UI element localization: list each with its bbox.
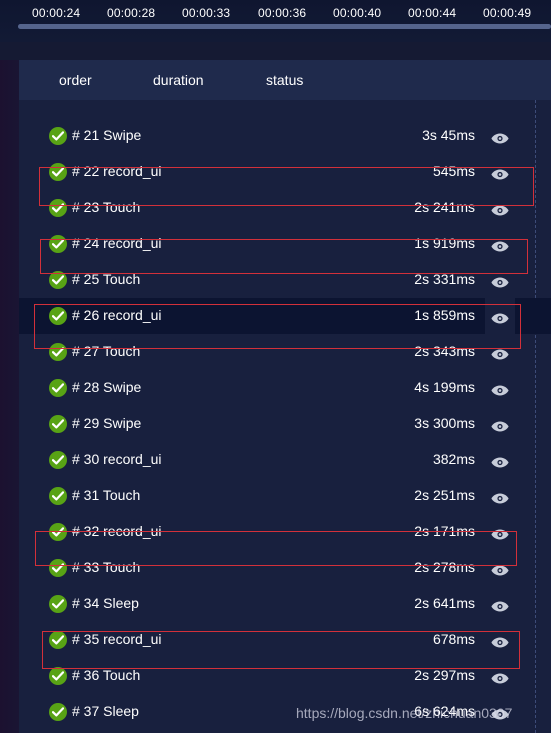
check-circle-icon bbox=[49, 487, 67, 505]
eye-icon[interactable] bbox=[491, 131, 509, 144]
timeline-tick: 00:00:40 bbox=[333, 6, 382, 20]
check-circle-icon bbox=[49, 523, 67, 541]
step-label: # 25 Touch bbox=[72, 271, 141, 287]
step-label: # 28 Swipe bbox=[72, 379, 142, 395]
step-label: # 32 record_ui bbox=[72, 523, 162, 539]
column-header-order[interactable]: order bbox=[59, 72, 92, 88]
check-circle-icon bbox=[49, 199, 67, 217]
timeline-tick: 00:00:49 bbox=[483, 6, 532, 20]
step-duration: 3s 45ms bbox=[422, 127, 475, 143]
eye-icon[interactable] bbox=[491, 347, 509, 360]
step-duration: 382ms bbox=[432, 451, 475, 467]
step-row[interactable]: # 31 Touch 2s 251ms bbox=[19, 478, 551, 514]
step-row[interactable]: # 26 record_ui 1s 859ms bbox=[19, 298, 551, 334]
check-circle-icon bbox=[49, 415, 67, 433]
step-label: # 31 Touch bbox=[72, 487, 141, 503]
eye-icon[interactable] bbox=[491, 239, 509, 252]
step-duration: 1s 859ms bbox=[414, 307, 475, 323]
step-duration: 2s 297ms bbox=[414, 667, 475, 683]
step-duration: 1s 919ms bbox=[414, 235, 475, 251]
eye-icon[interactable] bbox=[491, 491, 509, 504]
step-row[interactable]: # 27 Touch 2s 343ms bbox=[19, 334, 551, 370]
step-row[interactable]: # 29 Swipe 3s 300ms bbox=[19, 406, 551, 442]
check-circle-icon bbox=[49, 307, 67, 325]
table-header: order duration status bbox=[19, 60, 551, 100]
timeline-tick: 00:00:36 bbox=[258, 6, 307, 20]
step-label: # 33 Touch bbox=[72, 559, 141, 575]
step-row[interactable]: # 33 Touch 2s 278ms bbox=[19, 550, 551, 586]
check-circle-icon bbox=[49, 631, 67, 649]
step-row[interactable]: # 23 Touch 2s 241ms bbox=[19, 190, 551, 226]
separator bbox=[0, 42, 551, 60]
check-circle-icon bbox=[49, 451, 67, 469]
step-duration: 2s 241ms bbox=[414, 199, 475, 215]
step-label: # 37 Sleep bbox=[72, 703, 139, 719]
timeline-tick: 00:00:24 bbox=[32, 6, 81, 20]
check-circle-icon bbox=[49, 235, 67, 253]
eye-icon[interactable] bbox=[491, 275, 509, 288]
check-circle-icon bbox=[49, 559, 67, 577]
timeline-tick: 00:00:33 bbox=[182, 6, 231, 20]
step-label: # 22 record_ui bbox=[72, 163, 162, 179]
timeline-bar: 00:00:24 00:00:28 00:00:33 00:00:36 00:0… bbox=[0, 0, 551, 42]
step-label: # 35 record_ui bbox=[72, 631, 162, 647]
step-label: # 23 Touch bbox=[72, 199, 141, 215]
check-circle-icon bbox=[49, 379, 67, 397]
step-label: # 29 Swipe bbox=[72, 415, 142, 431]
eye-icon[interactable] bbox=[491, 311, 509, 324]
eye-icon[interactable] bbox=[491, 527, 509, 540]
step-row[interactable]: # 35 record_ui 678ms bbox=[19, 622, 551, 658]
check-circle-icon bbox=[49, 271, 67, 289]
step-row[interactable]: # 32 record_ui 2s 171ms bbox=[19, 514, 551, 550]
eye-icon[interactable] bbox=[491, 563, 509, 576]
eye-icon[interactable] bbox=[491, 203, 509, 216]
watermark: https://blog.csdn.net/zhichuan0307 bbox=[296, 705, 513, 721]
check-circle-icon bbox=[49, 703, 67, 721]
step-row[interactable]: # 24 record_ui 1s 919ms bbox=[19, 226, 551, 262]
eye-icon[interactable] bbox=[491, 635, 509, 648]
step-duration: 545ms bbox=[432, 163, 475, 179]
eye-icon[interactable] bbox=[491, 455, 509, 468]
step-row[interactable]: # 28 Swipe 4s 199ms bbox=[19, 370, 551, 406]
step-duration: 2s 343ms bbox=[414, 343, 475, 359]
step-duration: 678ms bbox=[432, 631, 475, 647]
step-duration: 2s 641ms bbox=[414, 595, 475, 611]
steps-panel: order duration status # 21 Swipe 3s 45ms #… bbox=[19, 60, 551, 733]
eye-icon[interactable] bbox=[491, 383, 509, 396]
check-circle-icon bbox=[49, 163, 67, 181]
timeline-tick: 00:00:28 bbox=[107, 6, 156, 20]
column-header-status[interactable]: status bbox=[266, 72, 303, 88]
step-row[interactable]: # 25 Touch 2s 331ms bbox=[19, 262, 551, 298]
check-circle-icon bbox=[49, 127, 67, 145]
timeline-scrollbar[interactable] bbox=[18, 24, 551, 29]
timeline-scrollbar-thumb[interactable] bbox=[18, 24, 551, 29]
step-row[interactable]: # 22 record_ui 545ms bbox=[19, 154, 551, 190]
step-duration: 3s 300ms bbox=[414, 415, 475, 431]
step-label: # 30 record_ui bbox=[72, 451, 162, 467]
step-row[interactable]: # 34 Sleep 2s 641ms bbox=[19, 586, 551, 622]
step-label: # 21 Swipe bbox=[72, 127, 142, 143]
step-duration: 2s 171ms bbox=[414, 523, 475, 539]
timeline-tick: 00:00:44 bbox=[408, 6, 457, 20]
eye-icon[interactable] bbox=[491, 419, 509, 432]
eye-icon[interactable] bbox=[491, 671, 509, 684]
eye-icon[interactable] bbox=[491, 599, 509, 612]
step-duration: 2s 251ms bbox=[414, 487, 475, 503]
step-label: # 26 record_ui bbox=[72, 307, 162, 323]
step-row[interactable]: # 21 Swipe 3s 45ms bbox=[19, 118, 551, 154]
step-duration: 4s 199ms bbox=[414, 379, 475, 395]
step-row[interactable]: # 36 Touch 2s 297ms bbox=[19, 658, 551, 694]
eye-icon[interactable] bbox=[491, 167, 509, 180]
step-label: # 36 Touch bbox=[72, 667, 141, 683]
step-duration: 2s 278ms bbox=[414, 559, 475, 575]
column-header-duration[interactable]: duration bbox=[153, 72, 204, 88]
check-circle-icon bbox=[49, 595, 67, 613]
step-label: # 24 record_ui bbox=[72, 235, 162, 251]
check-circle-icon bbox=[49, 343, 67, 361]
step-label: # 34 Sleep bbox=[72, 595, 139, 611]
step-duration: 2s 331ms bbox=[414, 271, 475, 287]
step-label: # 27 Touch bbox=[72, 343, 141, 359]
check-circle-icon bbox=[49, 667, 67, 685]
step-row[interactable]: # 30 record_ui 382ms bbox=[19, 442, 551, 478]
